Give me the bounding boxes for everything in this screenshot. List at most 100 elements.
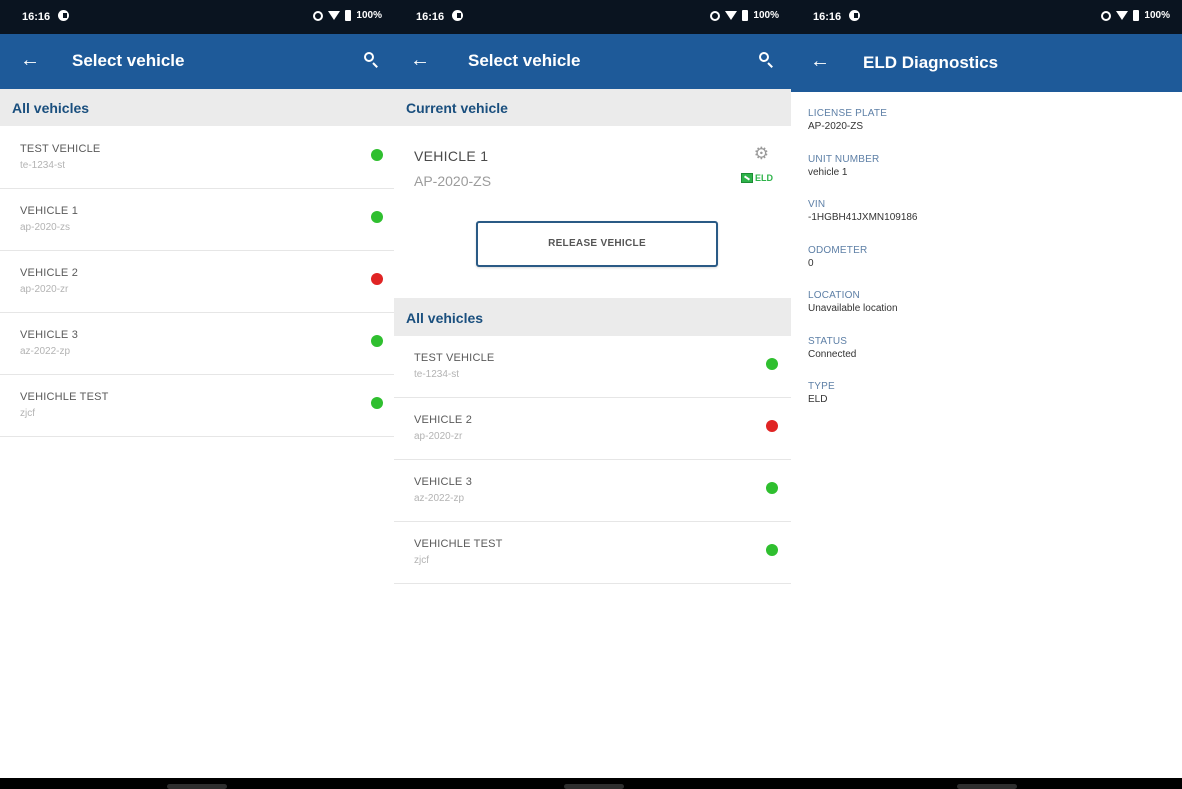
vehicle-list-item[interactable]: VEHICLE 3 az-2022-zp: [0, 313, 394, 375]
diagnostic-value: Unavailable location: [808, 303, 898, 314]
vehicle-plate: ap-2020-zr: [414, 431, 463, 442]
status-bar: 16:16 100%: [791, 0, 1182, 34]
connection-status-dot: [371, 211, 383, 223]
battery-percent: 100%: [1144, 10, 1170, 21]
sync-icon: [313, 10, 324, 21]
notification-icon: [849, 10, 860, 21]
page-title: Select vehicle: [468, 51, 581, 70]
vehicle-name: VEHICLE 2: [20, 267, 79, 279]
battery-icon: [1133, 10, 1140, 21]
diagnostic-label: ODOMETER: [808, 244, 868, 256]
status-time: 16:16: [416, 11, 445, 23]
system-icons: 100%: [313, 10, 382, 21]
connection-status-dot: [371, 335, 383, 347]
section-title: All vehicles: [12, 100, 90, 116]
section-header-current-vehicle: Current vehicle: [394, 89, 791, 126]
section-title: All vehicles: [406, 310, 484, 326]
battery-icon: [345, 10, 352, 21]
diagnostic-value: 0: [808, 257, 814, 269]
vehicle-list-item[interactable]: TEST VEHICLE te-1234-st: [394, 336, 791, 398]
home-pill[interactable]: [564, 784, 624, 789]
home-pill[interactable]: [957, 784, 1017, 789]
section-header-all-vehicles: All vehicles: [0, 89, 394, 126]
vehicle-list-item[interactable]: VEHICHLE TEST zjcf: [394, 522, 791, 584]
vehicle-name: VEHICLE 3: [20, 329, 79, 341]
wifi-icon: [725, 11, 738, 20]
vehicle-list-item[interactable]: TEST VEHICLE te-1234-st: [0, 127, 394, 189]
vehicle-list-item[interactable]: VEHICLE 1 ap-2020-zs: [0, 189, 394, 251]
vehicle-list-item[interactable]: VEHICLE 2 ap-2020-zr: [0, 251, 394, 313]
connection-status-dot: [766, 420, 778, 432]
app-bar: ← ELD Diagnostics: [791, 34, 1182, 92]
back-arrow-icon[interactable]: ←: [810, 50, 830, 72]
diagnostic-value: vehicle 1: [808, 166, 848, 178]
diagnostic-label: LOCATION: [808, 290, 860, 301]
battery-percent: 100%: [356, 10, 382, 21]
eld-label: ELD: [755, 173, 773, 183]
vehicle-name: TEST VEHICLE: [414, 352, 495, 364]
connection-status-dot: [766, 544, 778, 556]
diagnostic-label: LICENSE PLATE: [808, 108, 888, 119]
connection-status-dot: [371, 273, 383, 285]
vehicle-plate: te-1234-st: [414, 369, 460, 380]
diagnostic-label: VIN: [808, 199, 826, 210]
diagnostic-value: Connected: [808, 348, 857, 360]
vehicle-list-item[interactable]: VEHICLE 2 ap-2020-zr: [394, 398, 791, 460]
gear-icon[interactable]: ⚙: [754, 144, 769, 164]
system-icons: 100%: [710, 10, 779, 21]
navigation-bar: [0, 778, 394, 789]
vehicle-name: VEHICLE 3: [414, 476, 473, 488]
vehicle-plate: ap-2020-zs: [20, 222, 71, 233]
page-title: Select vehicle: [72, 51, 185, 70]
wifi-icon: [328, 11, 341, 20]
connection-status-dot: [766, 482, 778, 494]
eld-diagnostics-screen: 16:16 100% ← ELD Diagnostics LICENSE PLA…: [791, 0, 1182, 789]
current-vehicle-name: VEHICLE 1: [414, 148, 489, 164]
status-bar: 16:16 100%: [394, 0, 791, 34]
status-time: 16:16: [22, 11, 51, 23]
app-bar: ← Select vehicle: [0, 34, 394, 89]
notification-icon: [58, 10, 69, 21]
eld-badge: ELD: [741, 173, 773, 183]
vehicle-list-item[interactable]: VEHICLE 3 az-2022-zp: [394, 460, 791, 522]
sync-icon: [710, 10, 721, 21]
diagnostic-field: TYPE ELD: [808, 381, 1148, 405]
diagnostic-label: STATUS: [808, 335, 848, 347]
diagnostic-value: ELD: [808, 394, 828, 405]
battery-percent: 100%: [753, 10, 779, 21]
wifi-icon: [1116, 11, 1129, 20]
current-vehicle-card[interactable]: VEHICLE 1 AP-2020-ZS ⚙ ELD RELEASE VEHIC…: [394, 128, 791, 298]
vehicle-plate: ap-2020-zr: [20, 284, 69, 295]
current-vehicle-plate: AP-2020-ZS: [414, 173, 492, 189]
search-icon[interactable]: [757, 50, 777, 70]
diagnostic-field: LICENSE PLATE AP-2020-ZS: [808, 108, 1148, 132]
vehicle-plate: az-2022-zp: [414, 493, 465, 504]
eld-device-icon: [741, 173, 753, 183]
search-icon[interactable]: [362, 50, 382, 70]
sync-icon: [1101, 10, 1112, 21]
battery-icon: [742, 10, 749, 21]
connection-status-dot: [371, 149, 383, 161]
home-pill[interactable]: [167, 784, 227, 789]
vehicle-name: VEHICLE 1: [20, 205, 79, 217]
vehicle-name: VEHICLE 2: [414, 414, 473, 426]
page-title: ELD Diagnostics: [863, 53, 999, 72]
vehicle-name: TEST VEHICLE: [20, 143, 101, 155]
release-vehicle-button[interactable]: RELEASE VEHICLE: [476, 221, 718, 267]
vehicle-plate: zjcf: [20, 408, 35, 419]
status-time: 16:16: [813, 11, 842, 23]
status-bar: 16:16 100%: [0, 0, 394, 34]
diagnostic-field: VIN -1HGBH41JXMN109186: [808, 199, 1148, 223]
diagnostic-label: UNIT NUMBER: [808, 153, 880, 165]
connection-status-dot: [371, 397, 383, 409]
vehicle-plate: te-1234-st: [20, 160, 66, 171]
navigation-bar: [791, 778, 1182, 789]
back-arrow-icon[interactable]: ←: [20, 49, 40, 71]
select-vehicle-screen: 16:16 100% ← Select vehicle All vehicles…: [0, 0, 394, 789]
diagnostic-value: AP-2020-ZS: [808, 121, 864, 132]
vehicle-list-item[interactable]: VEHICHLE TEST zjcf: [0, 375, 394, 437]
diagnostic-field: ODOMETER 0: [808, 245, 1148, 269]
connection-status-dot: [766, 358, 778, 370]
vehicle-name: VEHICHLE TEST: [20, 391, 109, 403]
back-arrow-icon[interactable]: ←: [410, 49, 430, 71]
